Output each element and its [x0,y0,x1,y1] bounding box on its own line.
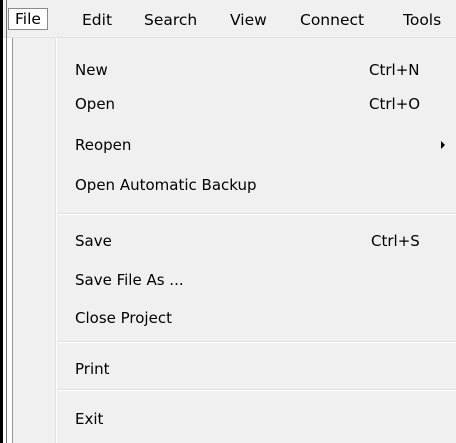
menu-view[interactable]: View [230,9,267,31]
submenu-arrow-icon [441,140,445,149]
menu-item-label: Close Project [75,308,172,327]
menu-item-exit[interactable]: Exit [13,402,456,435]
menu-item-label: Open Automatic Backup [75,175,257,194]
menu-item-print[interactable]: Print [13,352,456,385]
window-edge [0,0,3,443]
menu-connect[interactable]: Connect [300,9,364,31]
menu-item-reopen[interactable]: Reopen [13,128,456,161]
menu-file[interactable]: File [8,8,48,30]
menu-separator [57,213,456,215]
menu-item-label: Print [75,359,110,378]
menu-item-label: Save File As ... [75,270,184,289]
menu-item-shortcut: Ctrl+O [369,94,421,113]
menu-bar: File Edit Search View Connect Tools [0,0,456,38]
menu-search[interactable]: Search [144,9,197,31]
menu-item-shortcut: Ctrl+S [371,231,420,250]
menu-edit[interactable]: Edit [82,9,112,31]
menu-item-label: Save [75,231,112,250]
menu-item-label: Open [75,94,116,113]
menu-item-close-project[interactable]: Close Project [13,301,456,334]
menu-separator [57,341,456,343]
menu-item-label: Reopen [75,135,132,154]
menu-item-new[interactable]: New Ctrl+N [13,53,456,86]
menu-item-shortcut: Ctrl+N [369,60,420,79]
menu-item-open[interactable]: Open Ctrl+O [13,87,456,120]
menu-item-save[interactable]: Save Ctrl+S [13,224,456,257]
menu-item-label: New [75,60,108,79]
menu-tools[interactable]: Tools [403,9,441,31]
menu-item-open-automatic-backup[interactable]: Open Automatic Backup [13,168,456,201]
window-edge-inner [6,0,7,443]
menu-item-label: Exit [75,409,104,428]
menu-item-save-file-as[interactable]: Save File As ... [13,263,456,296]
menu-separator [57,389,456,391]
